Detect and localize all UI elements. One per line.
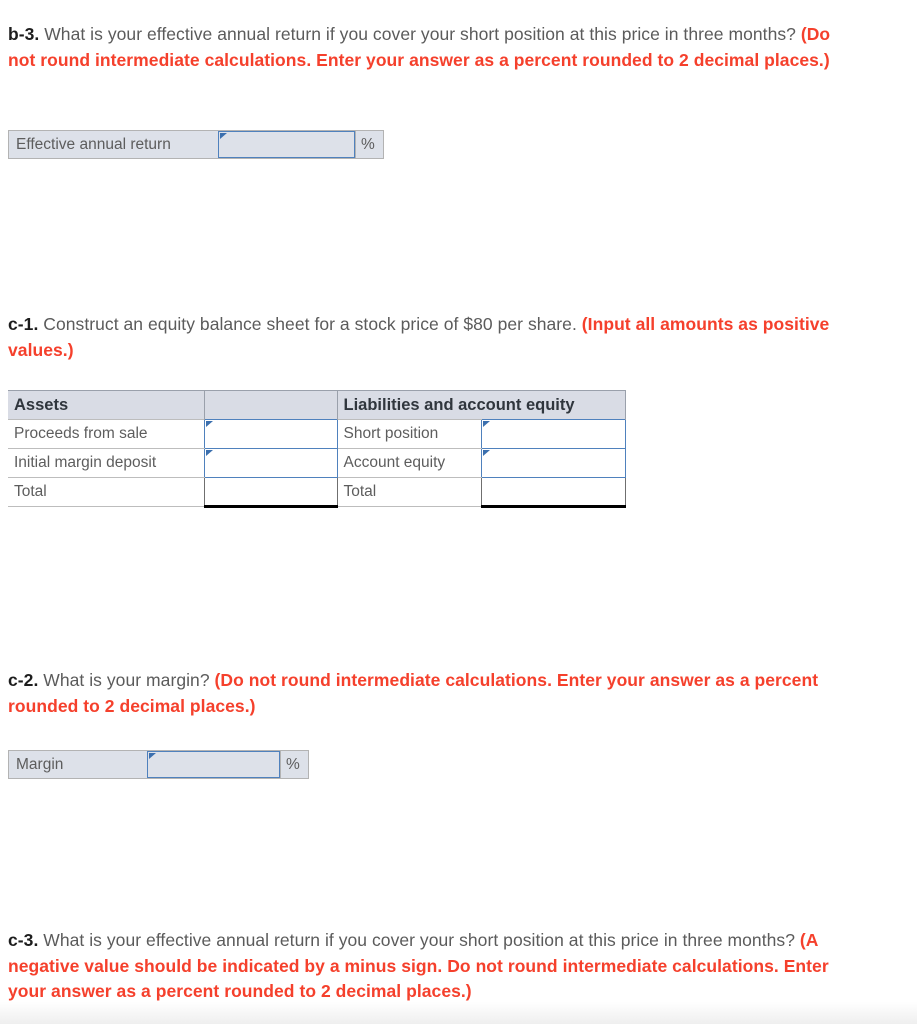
header-assets-amount (203, 390, 338, 420)
bottom-fade-overlay (0, 1002, 917, 1024)
header-assets: Assets (8, 390, 204, 420)
input-short-position[interactable] (480, 419, 626, 449)
margin-input[interactable] (147, 751, 280, 778)
effective-annual-return-label: Effective annual return (9, 131, 218, 158)
question-c-3: c-3. What is your effective annual retur… (8, 928, 846, 1005)
effective-annual-return-input[interactable] (218, 131, 355, 158)
question-b-3-text: What is your effective annual return if … (39, 24, 801, 44)
cell-marker-icon (205, 450, 213, 456)
cell-marker-icon (205, 421, 213, 427)
input-account-equity[interactable] (480, 448, 626, 478)
question-c-3-text: What is your effective annual return if … (38, 930, 800, 950)
input-initial-margin-deposit[interactable] (203, 448, 338, 478)
question-c-2-label: c-2. (8, 670, 39, 690)
table-total-row: Total Total (8, 477, 626, 508)
margin-label: Margin (9, 751, 147, 778)
row-label-short-position: Short position (337, 419, 481, 449)
equity-balance-sheet-table: Assets Liabilities and account equity Pr… (8, 390, 626, 508)
worksheet-page: b-3. What is your effective annual retur… (0, 0, 917, 1024)
row-label-total-assets: Total (8, 477, 204, 507)
effective-annual-return-row: Effective annual return % (8, 130, 384, 159)
question-c-2: c-2. What is your margin? (Do not round … (8, 668, 846, 719)
row-label-account-equity: Account equity (337, 448, 481, 478)
table-header-row: Assets Liabilities and account equity (8, 390, 626, 420)
question-b-3-label: b-3. (8, 24, 40, 44)
row-label-total-liabilities: Total (337, 477, 481, 507)
table-row: Proceeds from sale Short position (8, 419, 626, 449)
row-label-initial-margin-deposit: Initial margin deposit (8, 448, 204, 478)
total-liabilities-value (480, 477, 626, 508)
table-row: Initial margin deposit Account equity (8, 448, 626, 478)
question-b-3: b-3. What is your effective annual retur… (8, 22, 846, 73)
margin-unit: % (280, 751, 308, 778)
total-assets-value (203, 477, 338, 508)
cell-marker-icon (482, 450, 490, 456)
margin-row: Margin % (8, 750, 309, 779)
cell-marker-icon (482, 421, 490, 427)
question-c-2-text: What is your margin? (38, 670, 215, 690)
question-c-1: c-1. Construct an equity balance sheet f… (8, 312, 846, 363)
question-c-1-label: c-1. (8, 314, 39, 334)
effective-annual-return-unit: % (355, 131, 383, 158)
question-c-1-text: Construct an equity balance sheet for a … (38, 314, 582, 334)
input-proceeds-from-sale[interactable] (203, 419, 338, 449)
row-label-proceeds-from-sale: Proceeds from sale (8, 419, 204, 449)
header-liabilities: Liabilities and account equity (337, 390, 626, 420)
question-c-3-label: c-3. (8, 930, 39, 950)
